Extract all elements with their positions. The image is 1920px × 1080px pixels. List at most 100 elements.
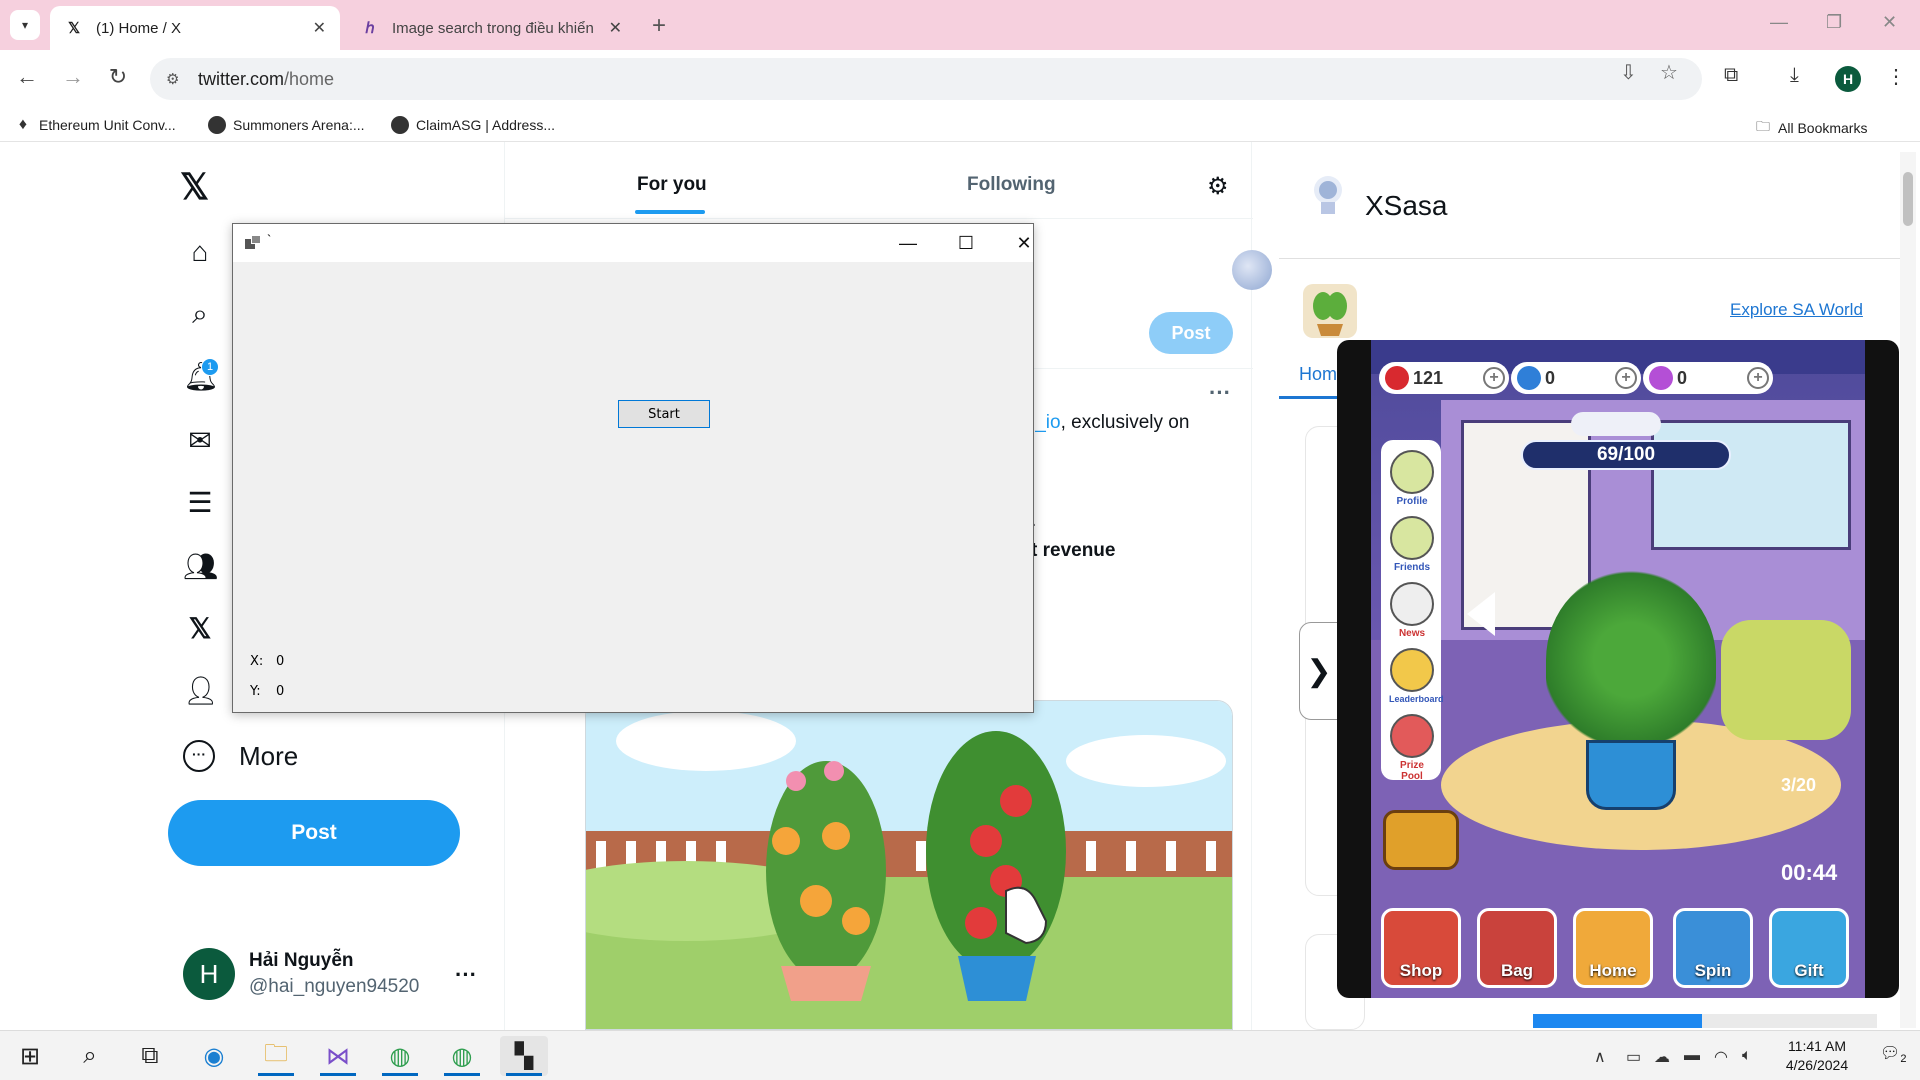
xsasa-avatar	[1305, 170, 1351, 216]
settings-gear-icon[interactable]: ⚙	[1207, 172, 1229, 201]
reload-button[interactable]: ↻	[103, 64, 133, 94]
add-icon[interactable]: +	[1615, 367, 1637, 389]
bookmark-claimasg[interactable]: ClaimASG | Address...	[391, 116, 555, 134]
tab-home[interactable]: Hom	[1299, 364, 1337, 385]
task-view-icon[interactable]: ⧉	[126, 1036, 174, 1076]
progress-bar	[1533, 1014, 1877, 1028]
install-app-icon[interactable]: ⇩	[1620, 60, 1637, 85]
file-explorer-icon[interactable]: 🗀	[252, 1036, 300, 1076]
battery-icon[interactable]: ▬	[1684, 1047, 1700, 1065]
minimize-button[interactable]: —	[1770, 12, 1788, 33]
tab-twitter-home[interactable]: 𝕏 (1) Home / X ✕	[50, 6, 340, 50]
game-plant[interactable]	[1546, 570, 1716, 750]
menu-leaderboard[interactable]: Leaderboard	[1389, 648, 1444, 704]
menu-prize-pool[interactable]: Prize Pool	[1389, 714, 1435, 782]
communities-icon[interactable]: 👥︎	[183, 550, 219, 584]
edge-icon[interactable]: ◉	[190, 1036, 238, 1076]
game-pot[interactable]	[1586, 740, 1676, 810]
leaderboard-icon	[1390, 648, 1434, 692]
avatar[interactable]	[1232, 250, 1272, 290]
bag-button[interactable]: Bag	[1477, 908, 1557, 988]
close-tab-icon[interactable]: ✕	[609, 18, 622, 38]
tweet-link[interactable]: l_io	[1031, 412, 1061, 433]
all-bookmarks-label: All Bookmarks	[1778, 120, 1868, 136]
resource-counter: 0 +	[1511, 362, 1641, 394]
more-menu[interactable]: ··· More	[183, 740, 298, 772]
account-switcher[interactable]: H Hải Nguyễn @hai_nguyen94520	[183, 948, 419, 1000]
address-bar[interactable]: ⚙ twitter.com/home	[150, 58, 1702, 100]
downloads-icon[interactable]: ⤓	[1790, 64, 1799, 87]
system-clock[interactable]: 11:41 AM 4/26/2024	[1772, 1037, 1862, 1075]
new-tab-button[interactable]: +	[652, 12, 666, 40]
bookmark-summoners[interactable]: Summoners Arena:...	[208, 116, 365, 134]
chrome-profile-icon[interactable]: ◍	[376, 1036, 424, 1076]
spin-button[interactable]: Spin	[1673, 908, 1753, 988]
news-icon	[1390, 582, 1434, 626]
app-title-bar[interactable]: ` — ☐ ✕	[233, 224, 1033, 262]
explore-sa-world-link[interactable]: Explore SA World	[1730, 300, 1863, 320]
account-more-icon[interactable]: ···	[455, 962, 477, 988]
treasure-chest-icon[interactable]	[1383, 810, 1459, 870]
restore-button[interactable]: ❐	[1826, 12, 1842, 33]
back-button[interactable]: ←	[12, 64, 42, 94]
all-bookmarks[interactable]: 🗀 All Bookmarks	[1756, 116, 1867, 140]
water-meter: 69/100	[1521, 440, 1731, 470]
game-stage[interactable]: 121 + 0 + 0 + 69/100 Profile Friends New…	[1371, 340, 1865, 998]
menu-friends[interactable]: Friends	[1389, 516, 1435, 573]
start-button[interactable]: Start	[618, 400, 710, 428]
onedrive-icon[interactable]: ☁	[1654, 1047, 1670, 1067]
compose-post-button[interactable]: Post	[1149, 312, 1233, 354]
close-window-button[interactable]: ✕	[1882, 12, 1897, 33]
home-button[interactable]: Home	[1573, 908, 1653, 988]
tab-search-button[interactable]: ▾	[10, 10, 40, 40]
profile-icon[interactable]: 👤︎	[183, 674, 219, 708]
folder-icon: 🗀	[1756, 118, 1770, 134]
lists-icon[interactable]: ☰	[183, 486, 217, 520]
y-value: 0	[276, 684, 285, 699]
tweet-more-icon[interactable]: ···	[1209, 380, 1231, 406]
volume-muted-icon[interactable]: 🔈︎	[1742, 1047, 1752, 1065]
menu-kebab-icon[interactable]: ⋮	[1886, 64, 1906, 89]
app-window-taskbar-icon[interactable]: ▚	[500, 1036, 548, 1076]
bookmark-star-icon[interactable]: ☆	[1660, 60, 1678, 85]
menu-profile[interactable]: Profile	[1389, 450, 1435, 507]
mail-icon[interactable]: ✉	[183, 424, 217, 458]
maximize-button[interactable]: ☐	[943, 230, 989, 258]
page-scrollbar[interactable]	[1900, 152, 1916, 1028]
tab-image-search[interactable]: ℎ Image search trong điều khiển ✕	[346, 6, 636, 50]
show-hidden-icons[interactable]: ∧	[1594, 1047, 1606, 1067]
tab-for-you[interactable]: For you	[637, 174, 707, 196]
scrollbar-thumb[interactable]	[1903, 172, 1913, 226]
bookmark-ethereum[interactable]: ♦ Ethereum Unit Conv...	[14, 116, 176, 134]
tweet-media-image[interactable]	[585, 700, 1233, 1030]
tab-following[interactable]: Following	[967, 174, 1056, 196]
x-premium-icon[interactable]: 𝕏	[183, 612, 217, 646]
ruby-icon	[1385, 366, 1409, 390]
meet-icon[interactable]: ▭	[1626, 1047, 1641, 1067]
add-icon[interactable]: +	[1747, 367, 1769, 389]
close-button[interactable]: ✕	[1001, 230, 1047, 258]
notification-center-icon[interactable]: 💬︎2	[1880, 1043, 1906, 1065]
chrome-profile-icon[interactable]: ◍	[438, 1036, 486, 1076]
site-info-icon[interactable]: ⚙	[166, 70, 186, 88]
search-icon[interactable]: ⌕	[66, 1036, 114, 1076]
visual-studio-icon[interactable]: ⋈	[314, 1036, 362, 1076]
close-tab-icon[interactable]: ✕	[313, 18, 326, 38]
gift-button[interactable]: Gift	[1769, 908, 1849, 988]
search-icon[interactable]: ⌕	[183, 298, 217, 332]
extensions-icon[interactable]: ⧉	[1724, 64, 1738, 87]
forward-button[interactable]: →	[58, 64, 88, 94]
shop-button[interactable]: Shop	[1381, 908, 1461, 988]
game-panel[interactable]: 121 + 0 + 0 + 69/100 Profile Friends New…	[1337, 340, 1899, 998]
x-logo-icon[interactable]: 𝕏	[180, 166, 209, 208]
minimize-button[interactable]: —	[885, 230, 931, 258]
profile-avatar[interactable]: H	[1835, 66, 1861, 92]
add-icon[interactable]: +	[1483, 367, 1505, 389]
start-menu-icon[interactable]: ⊞	[6, 1036, 54, 1076]
menu-news[interactable]: News	[1389, 582, 1435, 639]
post-button[interactable]: Post	[168, 800, 460, 866]
arrow-left-icon[interactable]	[1467, 592, 1495, 636]
wifi-icon[interactable]: ◠	[1714, 1047, 1728, 1067]
chevron-right-icon[interactable]: ❯	[1299, 622, 1339, 720]
home-icon[interactable]: ⌂	[183, 236, 217, 270]
